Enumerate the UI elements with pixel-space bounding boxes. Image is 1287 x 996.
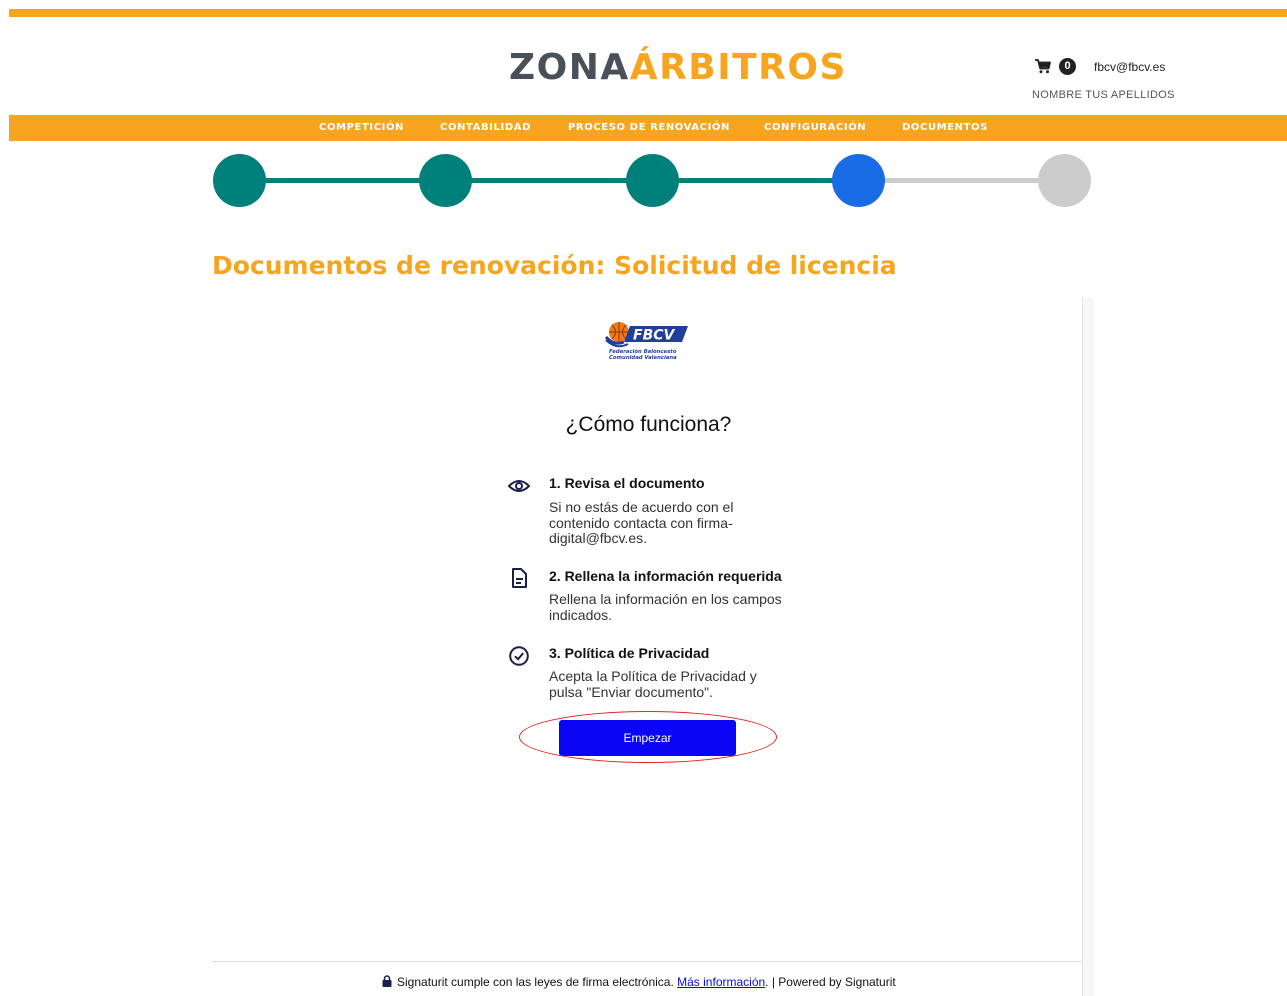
footer-divider (212, 961, 1082, 962)
stepper-connector (858, 178, 1065, 183)
site-logo[interactable]: ZONAÁRBITROS (509, 46, 847, 90)
stepper-connector (652, 178, 859, 183)
logo-line2: Comunidad Valenciana (609, 355, 677, 361)
stepper-step-2[interactable] (419, 154, 473, 207)
footer-suffix: . | Powered by Signaturit (765, 975, 896, 989)
nav-proceso-renovacion[interactable]: PROCESO DE RENOVACIÓN (568, 122, 730, 133)
stepper-step-1[interactable] (213, 154, 266, 207)
logo-letters: FBCV (633, 328, 676, 344)
check-circle-icon (508, 645, 530, 667)
logo-line1: Federación Baloncesto (609, 348, 677, 355)
user-name[interactable]: NOMBRE TUS APELLIDOS (1032, 89, 1175, 101)
stepper-connector (445, 178, 652, 183)
stepper-step-4[interactable] (831, 154, 885, 207)
stepper-connector (239, 178, 446, 183)
main-nav: COMPETICIÓN CONTABILIDAD PROCESO DE RENO… (9, 115, 1287, 141)
eye-icon (507, 475, 531, 497)
user-email[interactable]: fbcv@fbcv.es (1094, 60, 1165, 74)
footer-text: Signaturit cumple con las leyes de firma… (397, 975, 674, 989)
document-icon (508, 567, 530, 589)
more-info-link[interactable]: Más información (677, 975, 765, 989)
start-button[interactable]: Empezar (559, 720, 736, 756)
how-it-works-title: ¿Cómo funciona? (565, 413, 732, 436)
step-2-text: Rellena la información en los campos ind… (549, 591, 782, 623)
nav-competicion[interactable]: COMPETICIÓN (319, 122, 404, 133)
nav-documentos[interactable]: DOCUMENTOS (902, 122, 988, 133)
nav-configuracion[interactable]: CONFIGURACIÓN (764, 122, 866, 133)
stepper-step-3[interactable] (625, 154, 679, 207)
step-2-title: 2. Rellena la información requerida (549, 568, 782, 584)
step-3-text: Acepta la Política de Privacidad y pulsa… (549, 668, 757, 700)
frame-scroll-track[interactable] (1083, 298, 1094, 996)
lock-icon (382, 975, 392, 987)
footer: Signaturit cumple con las leyes de firma… (382, 975, 896, 989)
step-1-text: Si no estás de acuerdo con el contenido … (549, 499, 734, 546)
cart-icon (1035, 59, 1051, 74)
page-title: Documentos de renovación: Solicitud de l… (212, 251, 897, 280)
fbcv-logo: FBCV Federación Baloncesto Comunidad Val… (604, 318, 690, 369)
nav-contabilidad[interactable]: CONTABILIDAD (440, 122, 531, 133)
stepper-step-5[interactable] (1038, 154, 1091, 207)
step-1-title: 1. Revisa el documento (549, 475, 705, 491)
step-3-title: 3. Política de Privacidad (549, 645, 710, 661)
cart-count-badge: 0 (1059, 58, 1076, 75)
top-accent-bar (9, 9, 1287, 17)
cart-button[interactable]: 0 (1035, 58, 1077, 76)
